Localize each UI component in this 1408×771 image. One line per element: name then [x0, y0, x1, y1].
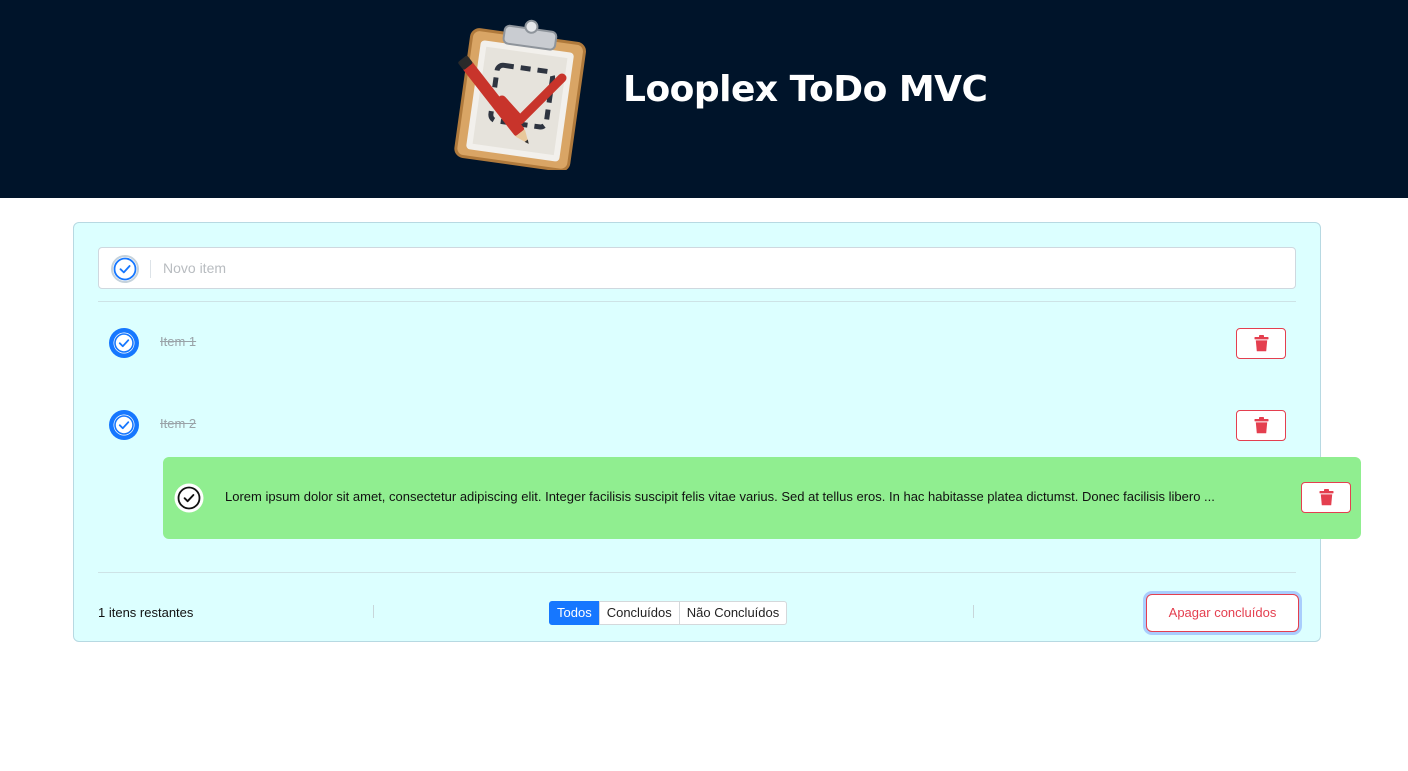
app-title: Looplex ToDo MVC [623, 69, 988, 110]
todo-item: Item 1 [98, 313, 1296, 373]
dragging-item-label[interactable]: Lorem ipsum dolor sit amet, consectetur … [225, 489, 1275, 504]
items-remaining-count: 1 itens restantes [98, 605, 194, 620]
input-divider [150, 260, 151, 278]
new-item-bar [98, 247, 1296, 289]
list-divider-bottom [98, 572, 1296, 573]
filter-active[interactable]: Não Concluídos [678, 601, 788, 625]
delete-button[interactable] [1236, 410, 1286, 441]
app-header: Looplex ToDo MVC [0, 0, 1408, 198]
clipboard-checklist-icon [454, 19, 586, 170]
check-circle-icon[interactable] [107, 326, 141, 360]
todo-item: Item 2 [98, 395, 1296, 455]
footer-separator [373, 605, 374, 618]
filter-group: Todos Concluídos Não Concluídos [549, 601, 788, 625]
footer-separator [973, 605, 974, 618]
trash-icon [1254, 417, 1269, 434]
filter-completed[interactable]: Concluídos [598, 601, 680, 625]
todo-item-label[interactable]: Item 1 [160, 334, 196, 349]
todo-item-label[interactable]: Item 2 [160, 416, 196, 431]
clear-completed-button[interactable]: Apagar concluídos [1146, 594, 1299, 632]
filter-all[interactable]: Todos [549, 601, 600, 625]
new-item-input[interactable] [157, 249, 1277, 287]
list-divider-top [98, 301, 1296, 302]
toggle-all-check-icon[interactable] [110, 254, 140, 284]
check-circle-icon[interactable] [173, 482, 205, 514]
check-circle-icon[interactable] [107, 408, 141, 442]
dragging-todo-item[interactable]: Lorem ipsum dolor sit amet, consectetur … [163, 457, 1361, 539]
trash-icon [1319, 489, 1334, 506]
delete-button[interactable] [1301, 482, 1351, 513]
trash-icon [1254, 335, 1269, 352]
delete-button[interactable] [1236, 328, 1286, 359]
